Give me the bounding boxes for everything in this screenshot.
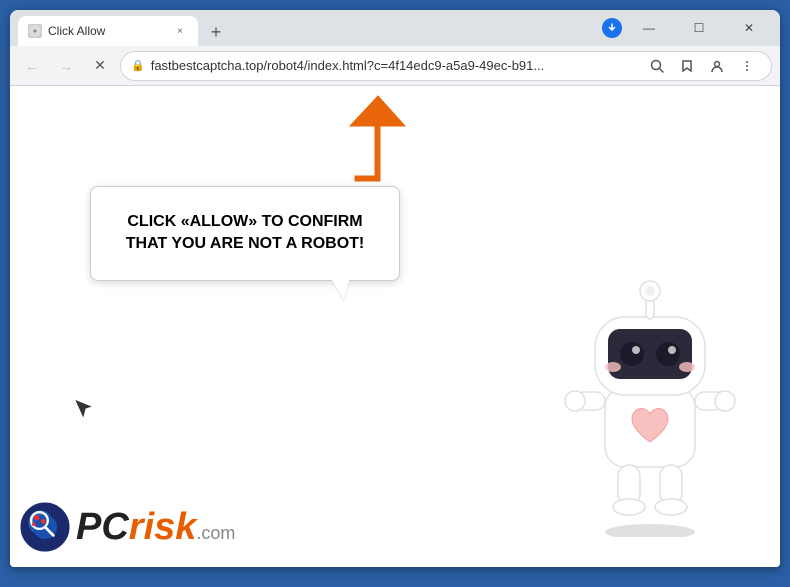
- mouse-cursor: [73, 394, 98, 426]
- new-tab-button[interactable]: +: [202, 18, 230, 46]
- pcrisk-icon: [20, 502, 70, 552]
- pc-text: PC: [76, 506, 129, 548]
- tab-close-button[interactable]: ×: [172, 23, 188, 39]
- robot-illustration: [560, 267, 740, 537]
- maximize-button[interactable]: ☐: [676, 13, 722, 43]
- url-bar[interactable]: 🔒 fastbestcaptcha.top/robot4/index.html?…: [120, 51, 772, 81]
- browser-notification-icon[interactable]: [602, 18, 622, 38]
- captcha-message-text: CLICK «ALLOW» TO CONFIRM THAT YOU ARE NO…: [123, 211, 367, 256]
- url-text: fastbestcaptcha.top/robot4/index.html?c=…: [151, 58, 637, 73]
- address-bar: ← → ✕ 🔒 fastbestcaptcha.top/robot4/index…: [10, 46, 780, 86]
- captcha-message-box: CLICK «ALLOW» TO CONFIRM THAT YOU ARE NO…: [90, 186, 400, 281]
- lock-icon: 🔒: [131, 59, 145, 72]
- risk-text: risk: [129, 506, 197, 548]
- forward-button[interactable]: →: [52, 52, 80, 80]
- pcrisk-text: PCrisk.com: [76, 506, 235, 549]
- tab-favicon: ✦: [28, 24, 42, 38]
- pcrisk-logo: PCrisk.com: [20, 502, 235, 552]
- arrow-indicator: [340, 91, 430, 196]
- back-button[interactable]: ←: [18, 52, 46, 80]
- minimize-button[interactable]: —: [626, 13, 672, 43]
- browser-window: ✦ Click Allow × + — ☐ ✕ ← → ✕ 🔒: [10, 10, 780, 567]
- profile-icon[interactable]: [703, 52, 731, 80]
- reload-button[interactable]: ✕: [86, 52, 114, 80]
- bookmark-icon[interactable]: [673, 52, 701, 80]
- tab-title: Click Allow: [48, 24, 166, 38]
- page-content: CLICK «ALLOW» TO CONFIRM THAT YOU ARE NO…: [10, 86, 780, 567]
- url-actions: [643, 52, 761, 80]
- tab-strip: ✦ Click Allow × +: [18, 10, 598, 46]
- window-controls: — ☐ ✕: [602, 13, 772, 43]
- browser-tab[interactable]: ✦ Click Allow ×: [18, 16, 198, 46]
- close-button[interactable]: ✕: [726, 13, 772, 43]
- menu-icon[interactable]: [733, 52, 761, 80]
- title-bar: ✦ Click Allow × + — ☐ ✕: [10, 10, 780, 46]
- domain-text: .com: [196, 523, 235, 543]
- search-icon[interactable]: [643, 52, 671, 80]
- svg-text:✦: ✦: [32, 27, 39, 36]
